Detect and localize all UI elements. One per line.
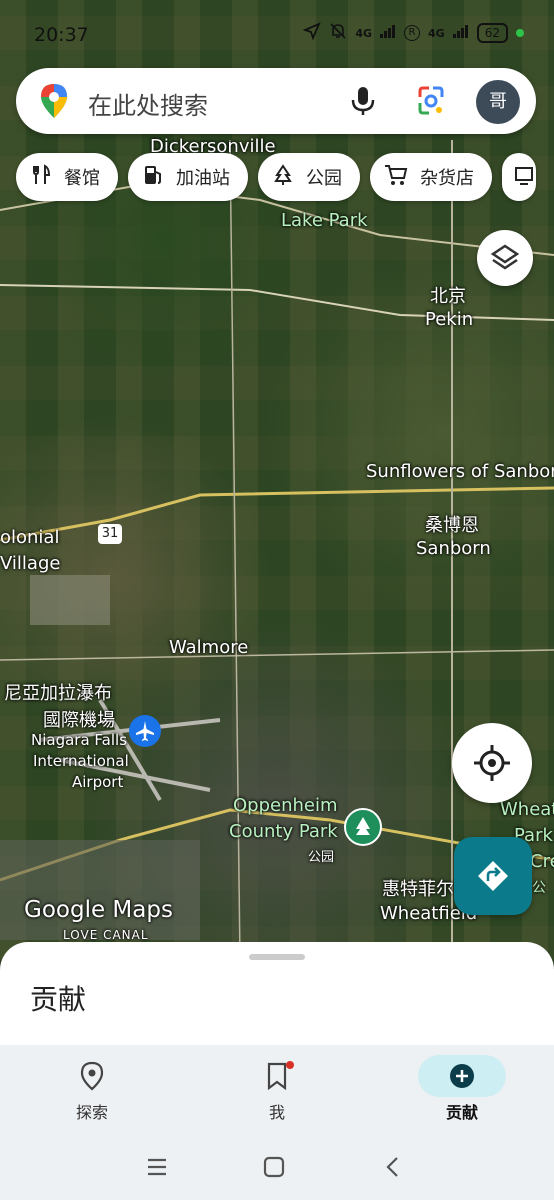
map-label-pekin[interactable]: Pekin [425,309,473,330]
layers-icon [490,244,520,270]
map-label-airport-cn2[interactable]: 國際機場 [43,706,115,732]
gas-station-icon [142,164,164,191]
nav-label: 贡献 [445,1103,478,1122]
bookmark-icon [217,1053,337,1099]
sheet-drag-handle[interactable] [249,954,305,960]
navigation-arrow-icon [302,22,322,44]
microphone-icon[interactable] [350,85,376,121]
map-label-airport-cn1[interactable]: 尼亞加拉瀑布 [4,679,112,705]
google-maps-pin-icon [40,83,68,123]
map-label-pekin-cn[interactable]: 北京 [430,282,466,308]
home-icon[interactable] [263,1156,285,1182]
category-chips: 餐馆 加油站 公园 杂货店 [16,153,536,201]
map-label-colonial[interactable]: olonial [0,527,59,548]
map-label-lake-park[interactable]: Lake Park [281,210,368,231]
google-maps-logo: Google Maps [24,897,173,923]
chip-park[interactable]: 公园 [258,153,360,201]
map-label-sanborn-cn[interactable]: 桑博恩 [425,511,479,537]
nav-label: 我 [268,1103,285,1122]
google-lens-icon[interactable] [416,85,446,121]
map-label-airport1[interactable]: Niagara Falls [31,731,127,749]
map-label-sunflowers[interactable]: Sunflowers of Sanborn [366,461,554,482]
map-label-cre-edge: Cre [530,851,554,872]
directions-button[interactable] [454,837,532,915]
registered-icon: R [404,25,421,41]
chip-more[interactable] [502,153,536,201]
shop-icon [514,164,536,191]
map-label-gong-edge: 公 [532,880,546,896]
search-bar[interactable]: 在此处搜索 哥 [16,68,536,134]
chip-restaurant[interactable]: 餐馆 [16,153,118,201]
directions-icon [478,861,508,891]
map-label-park-cn: 公园 [308,850,335,865]
map-label-airport2[interactable]: International [33,752,129,770]
map-label-village[interactable]: Village [0,553,60,574]
route-31-shield: 31 [98,524,122,544]
map-label-county-park[interactable]: County Park [229,821,338,842]
map-label-airport3[interactable]: Airport [72,773,123,791]
park-icon [272,163,294,191]
notification-dot [286,1061,294,1069]
chip-label: 餐馆 [64,168,100,189]
map-label-oppenheim[interactable]: Oppenheim [233,795,338,816]
search-input[interactable]: 在此处搜索 [88,86,208,121]
nav-contribute[interactable]: 贡献 [402,1053,522,1123]
add-contribution-icon [450,1064,474,1088]
chip-label: 公园 [306,168,342,189]
explore-pin-icon [32,1053,152,1099]
bottom-sheet[interactable]: 贡献 [0,942,554,1047]
layers-button[interactable] [477,230,533,286]
map-view[interactable]: Dickersonville Lake Park 北京 Pekin Sunflo… [0,0,554,960]
status-time: 20:37 [34,24,89,46]
chip-gas-station[interactable]: 加油站 [128,153,248,201]
mute-bell-icon [329,22,347,44]
active-tab-pill [418,1055,506,1097]
status-bar: 20:37 4G R 4G 62 [0,0,554,70]
airplane-icon[interactable] [129,715,161,747]
account-avatar[interactable]: 哥 [476,80,520,124]
nav-me[interactable]: 我 [217,1053,337,1123]
map-label-wheatfield-cn[interactable]: 惠特菲尔 [382,875,454,901]
chip-grocery[interactable]: 杂货店 [370,153,492,201]
my-location-button[interactable] [452,723,532,803]
system-navigation-bar [0,1140,554,1200]
network-4g-label: 4G [355,26,373,40]
park-pin-icon[interactable] [344,808,382,846]
restaurant-icon [30,163,52,191]
map-label-love-canal: LOVE CANAL [63,928,149,942]
grocery-cart-icon [384,164,408,191]
sheet-title: 贡献 [30,983,87,1016]
signal-icon [380,24,396,42]
network-4g-label-2: 4G [428,26,445,40]
nav-explore[interactable]: 探索 [32,1053,152,1123]
map-label-sanborn[interactable]: Sanborn [416,538,491,559]
chip-label: 加油站 [176,168,230,189]
signal-icon-2 [452,24,469,42]
active-dot-icon [516,29,524,37]
bottom-navigation: 探索 我 贡献 [0,1045,554,1140]
battery-indicator: 62 [476,23,508,43]
map-label-walmore[interactable]: Walmore [169,637,248,658]
crosshair-icon [474,745,510,781]
recent-apps-icon[interactable] [146,1156,168,1182]
chip-label: 杂货店 [420,168,474,189]
back-icon[interactable] [382,1156,404,1182]
nav-label: 探索 [75,1103,108,1122]
